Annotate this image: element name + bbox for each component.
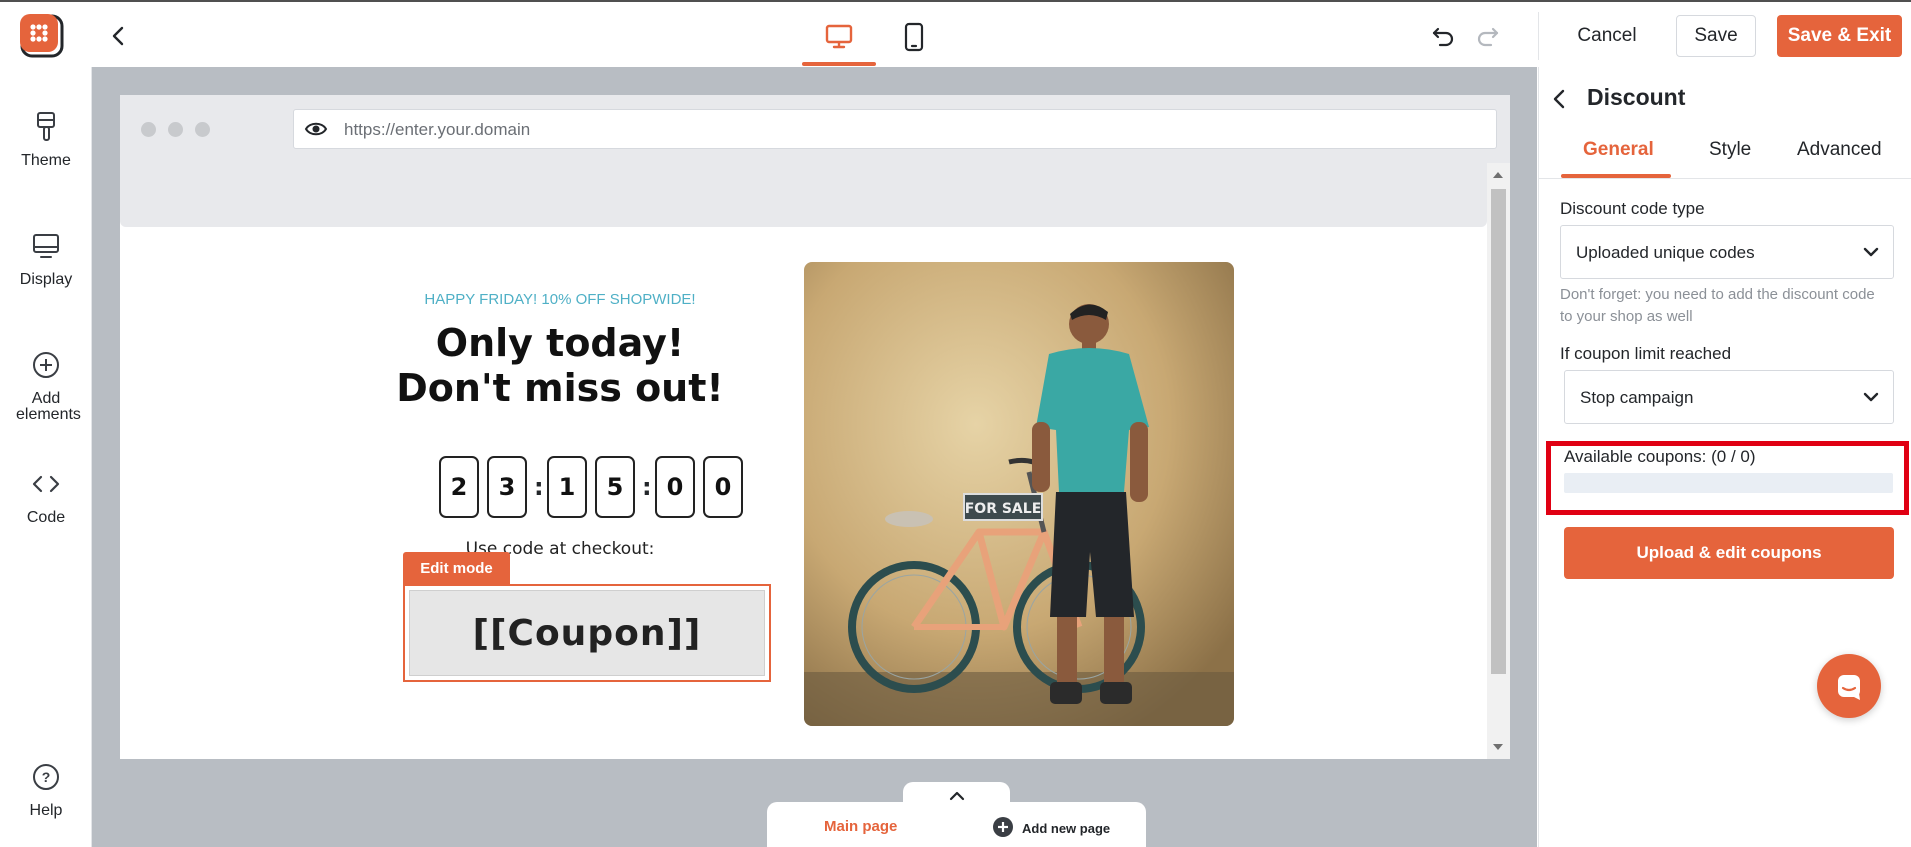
coupon-limit-value: Stop campaign: [1580, 388, 1694, 407]
countdown-digit: 1: [547, 456, 587, 518]
countdown-digit: 2: [439, 456, 479, 518]
editor-canvas: https://enter.your.domain HAPPY FRIDAY! …: [92, 67, 1537, 847]
sidebar-item-label: Display: [19, 271, 73, 288]
sidebar-item-label: Help: [29, 802, 63, 819]
plus-circle-filled-icon: [992, 816, 1014, 841]
chevron-down-icon: [1863, 245, 1879, 263]
redo-icon[interactable]: [1472, 22, 1504, 50]
popup-eyebrow[interactable]: HAPPY FRIDAY! 10% OFF SHOPWIDE!: [400, 291, 720, 308]
scroll-up-arrow[interactable]: [1493, 172, 1503, 178]
sidebar-item-label: Add elements: [16, 390, 81, 423]
window-dot: [195, 122, 210, 137]
coupon-element[interactable]: [[Coupon]]: [403, 584, 771, 682]
code-icon: [0, 466, 92, 502]
coupon-limit-label: If coupon limit reached: [1560, 344, 1732, 363]
brush-icon: [0, 109, 92, 145]
discount-type-select[interactable]: Uploaded unique codes: [1560, 225, 1894, 279]
add-new-page-label: Add new page: [1022, 821, 1111, 836]
cancel-button[interactable]: Cancel: [1568, 16, 1646, 56]
sidebar-item-add-elements[interactable]: Add elements: [0, 347, 92, 423]
countdown-digit: 0: [703, 456, 743, 518]
scroll-down-arrow[interactable]: [1493, 744, 1503, 750]
countdown-digit: 0: [655, 456, 695, 518]
sidebar-item-theme[interactable]: Theme: [0, 109, 92, 169]
window-dot: [141, 122, 156, 137]
available-coupons-label: Available coupons: (0 / 0): [1564, 447, 1756, 466]
save-and-exit-button[interactable]: Save & Exit: [1777, 15, 1902, 57]
topbar-divider: [1538, 12, 1539, 60]
tab-style[interactable]: Style: [1709, 139, 1751, 161]
sidebar-item-code[interactable]: Code: [0, 466, 92, 526]
discount-hint: Don't forget: you need to add the discou…: [1560, 286, 1875, 325]
monitor-icon: [0, 228, 92, 264]
tab-main-page[interactable]: Main page: [824, 818, 897, 835]
url-bar[interactable]: https://enter.your.domain: [293, 109, 1497, 149]
pages-bar: Main page Add new page: [767, 802, 1146, 847]
upload-edit-coupons-button[interactable]: Upload & edit coupons: [1564, 527, 1894, 579]
countdown-separator: :: [642, 473, 652, 501]
countdown-digit: 5: [595, 456, 635, 518]
browser-toolbar: https://enter.your.domain: [120, 95, 1510, 163]
popup-headline[interactable]: Only today! Don't miss out!: [350, 321, 770, 411]
device-mobile-button[interactable]: [877, 12, 951, 66]
sidebar-item-help[interactable]: ? Help: [0, 759, 92, 819]
undo-icon[interactable]: [1427, 22, 1459, 50]
desktop-icon: [825, 24, 853, 55]
eye-icon: [304, 119, 328, 144]
save-button[interactable]: Save: [1676, 15, 1756, 57]
discount-type-value: Uploaded unique codes: [1576, 243, 1755, 262]
countdown-timer[interactable]: 2 3 : 1 5 : 0 0: [439, 456, 751, 518]
tab-general[interactable]: General: [1583, 139, 1654, 161]
headline-line: Only today!: [435, 321, 685, 365]
device-desktop-button[interactable]: [802, 12, 876, 66]
browser-preview: https://enter.your.domain HAPPY FRIDAY! …: [120, 95, 1510, 759]
url-text: https://enter.your.domain: [344, 120, 531, 139]
chevron-down-icon: [1863, 390, 1879, 408]
discount-type-label: Discount code type: [1560, 199, 1705, 218]
countdown-separator: :: [534, 473, 544, 501]
settings-panel: Discount General Style Advanced Discount…: [1538, 67, 1911, 847]
preview-scrollbar[interactable]: [1487, 163, 1510, 759]
headline-line: Don't miss out!: [396, 366, 724, 410]
om-logo-icon[interactable]: [20, 14, 66, 60]
mobile-icon: [904, 22, 924, 57]
top-bar: Cancel Save Save & Exit: [0, 0, 1911, 67]
plus-circle-icon: [0, 347, 92, 383]
window-dot: [168, 122, 183, 137]
scroll-thumb[interactable]: [1491, 189, 1506, 674]
chat-icon[interactable]: [1817, 654, 1881, 718]
countdown-digit: 3: [487, 456, 527, 518]
page-header-strip: [120, 163, 1487, 227]
hero-image[interactable]: FOR SALE: [804, 262, 1234, 726]
popup-preview: HAPPY FRIDAY! 10% OFF SHOPWIDE! Only tod…: [120, 227, 1487, 759]
for-sale-sign: FOR SALE: [965, 501, 1042, 517]
edit-mode-tag[interactable]: Edit mode: [403, 552, 510, 584]
add-new-page-button[interactable]: Add new page: [992, 816, 1110, 841]
panel-title: Discount: [1587, 84, 1686, 110]
left-sidebar: Theme Display Add elements Code ? Help: [0, 67, 92, 847]
coupon-limit-select[interactable]: Stop campaign: [1564, 370, 1894, 424]
help-icon: ?: [0, 759, 92, 795]
coupon-code: [[Coupon]]: [409, 590, 765, 676]
chevron-left-icon[interactable]: [1553, 85, 1573, 113]
svg-text:?: ?: [42, 769, 51, 785]
sidebar-item-label: Code: [26, 509, 66, 526]
chevron-left-icon[interactable]: [106, 22, 130, 50]
tab-divider: [1539, 178, 1911, 179]
sidebar-item-display[interactable]: Display: [0, 228, 92, 288]
sidebar-item-label: Theme: [21, 152, 71, 169]
tab-advanced[interactable]: Advanced: [1797, 139, 1882, 161]
available-coupons-bar: [1564, 473, 1893, 493]
